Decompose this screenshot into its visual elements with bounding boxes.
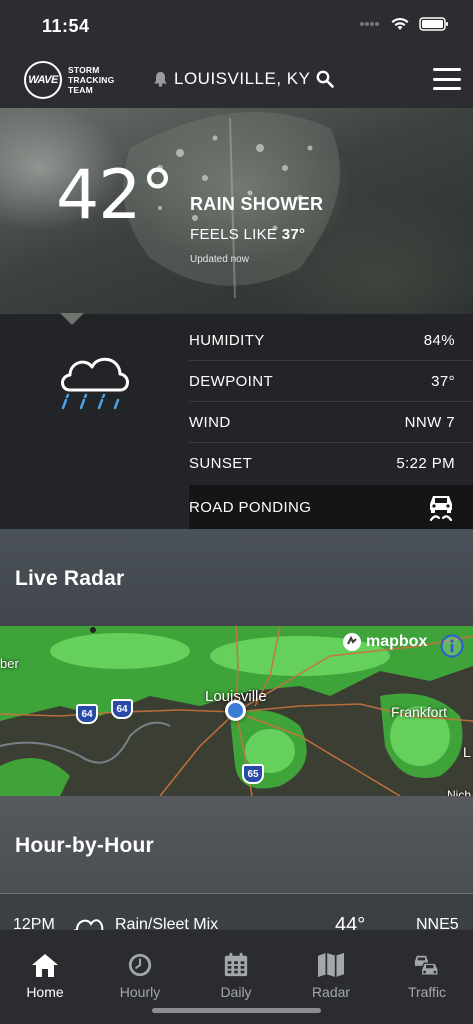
- feels-like-label: FEELS LIKE: [190, 226, 278, 243]
- current-details: HUMIDITY 84% DEWPOINT 37° WIND NNW 7 SUN…: [0, 313, 473, 529]
- detail-list: HUMIDITY 84% DEWPOINT 37° WIND NNW 7 SUN…: [189, 320, 473, 484]
- map-place-frankfort: Frankfort: [391, 704, 448, 720]
- detail-value: 84%: [423, 331, 455, 349]
- clock-icon: [128, 953, 152, 977]
- interstate-shield-64: 64: [76, 704, 98, 724]
- map-icon: [318, 952, 344, 978]
- search-icon[interactable]: [316, 70, 335, 88]
- updated-text: Updated now: [190, 254, 249, 265]
- location-selector[interactable]: LOUISVILLE, KY: [153, 69, 335, 89]
- wifi-icon: [391, 17, 409, 30]
- logo-text: STORM TRACKING TEAM: [68, 65, 114, 95]
- live-radar-title: Live Radar: [15, 567, 125, 590]
- info-icon[interactable]: [440, 634, 464, 658]
- detail-label: WIND: [189, 413, 231, 431]
- status-time: 11:54: [42, 16, 90, 36]
- tab-label: Daily: [220, 984, 252, 1000]
- map-place-east-l: L: [463, 744, 471, 760]
- rain-cloud-icon: [61, 357, 129, 410]
- hour-condition: Rain/Sleet Mix: [115, 916, 219, 930]
- home-indicator[interactable]: [152, 1008, 321, 1013]
- live-radar-header[interactable]: Live Radar: [0, 529, 473, 626]
- cloud-icon: [73, 919, 104, 930]
- home-icon: [32, 954, 58, 977]
- tab-traffic[interactable]: Traffic: [387, 952, 467, 1000]
- battery-icon: [419, 17, 448, 31]
- signal-dots-icon: [360, 22, 379, 26]
- tab-radar[interactable]: Radar: [291, 952, 371, 1000]
- tab-label: Traffic: [407, 984, 447, 1000]
- map-place-east-n: Nich: [447, 788, 472, 796]
- tab-home[interactable]: Home: [5, 952, 85, 1000]
- tab-label: Hourly: [119, 984, 161, 1000]
- feels-like-value: 37°: [281, 226, 306, 243]
- detail-row-wind: WIND NNW 7: [189, 402, 473, 443]
- hour-wind: NNE5: [416, 916, 459, 930]
- hour-temp: 44°: [335, 914, 366, 930]
- pointer-caret: [60, 313, 84, 325]
- detail-row-sunset: SUNSET 5:22 PM: [189, 443, 473, 484]
- shield-number: 65: [247, 768, 259, 780]
- calendar-icon: [224, 952, 248, 977]
- location-name[interactable]: LOUISVILLE, KY: [174, 69, 310, 89]
- detail-value: 37°: [431, 372, 455, 390]
- traffic-icon: [414, 955, 439, 976]
- hourly-row[interactable]: 12PM Rain/Sleet Mix 44° NNE5: [0, 894, 473, 930]
- alert-label: ROAD PONDING: [189, 498, 312, 516]
- detail-value: NNW 7: [404, 413, 455, 431]
- interstate-shield-64: 64: [111, 699, 133, 719]
- status-bar: 11:54: [0, 0, 473, 52]
- hour-time: 12PM: [13, 916, 55, 930]
- tab-hourly[interactable]: Hourly: [100, 952, 180, 1000]
- shield-number: 64: [116, 703, 128, 715]
- detail-value: 5:22 PM: [396, 455, 455, 472]
- current-location-marker: [225, 700, 246, 721]
- logo-line: TEAM: [68, 85, 93, 95]
- wave-logo[interactable]: WAVE STORM TRACKING TEAM: [24, 61, 114, 99]
- radar-map[interactable]: ber Louisville Frankfort L Nich 64 64 65…: [0, 626, 473, 796]
- hamburger-menu-icon[interactable]: [433, 68, 461, 90]
- current-condition: RAIN SHOWER: [190, 194, 324, 214]
- detail-label: HUMIDITY: [189, 331, 265, 349]
- hour-by-hour-title: Hour-by-Hour: [15, 834, 154, 857]
- status-icons: [359, 17, 449, 31]
- bell-icon[interactable]: [153, 71, 168, 87]
- mapbox-label: mapbox: [366, 633, 428, 650]
- detail-row-dewpoint: DEWPOINT 37°: [189, 361, 473, 402]
- road-ponding-alert[interactable]: ROAD PONDING: [189, 485, 473, 529]
- logo-line: TRACKING: [68, 75, 115, 85]
- app-header: WAVE STORM TRACKING TEAM LOUISVILLE, KY: [0, 52, 473, 108]
- feels-like: FEELS LIKE 37°: [190, 226, 305, 243]
- current-conditions-hero: 42° RAIN SHOWER FEELS LIKE 37° Updated n…: [0, 108, 473, 314]
- shield-number: 64: [81, 708, 93, 720]
- detail-label: DEWPOINT: [189, 372, 274, 390]
- current-temperature: 42°: [56, 156, 175, 235]
- logo-line: STORM: [68, 65, 100, 75]
- map-place-west: ber: [0, 656, 19, 671]
- tab-label: Home: [26, 984, 64, 1000]
- interstate-shield-65: 65: [242, 764, 264, 784]
- mapbox-logo-icon: [343, 633, 361, 651]
- detail-label: SUNSET: [189, 455, 253, 472]
- tab-daily[interactable]: Daily: [196, 952, 276, 1000]
- detail-row-humidity: HUMIDITY 84%: [189, 320, 473, 361]
- mapbox-attribution[interactable]: mapbox: [342, 632, 427, 652]
- slippery-road-icon: [429, 496, 453, 522]
- logo-badge: WAVE: [24, 61, 62, 99]
- tab-label: Radar: [311, 984, 351, 1000]
- hour-by-hour-header[interactable]: Hour-by-Hour: [0, 796, 473, 894]
